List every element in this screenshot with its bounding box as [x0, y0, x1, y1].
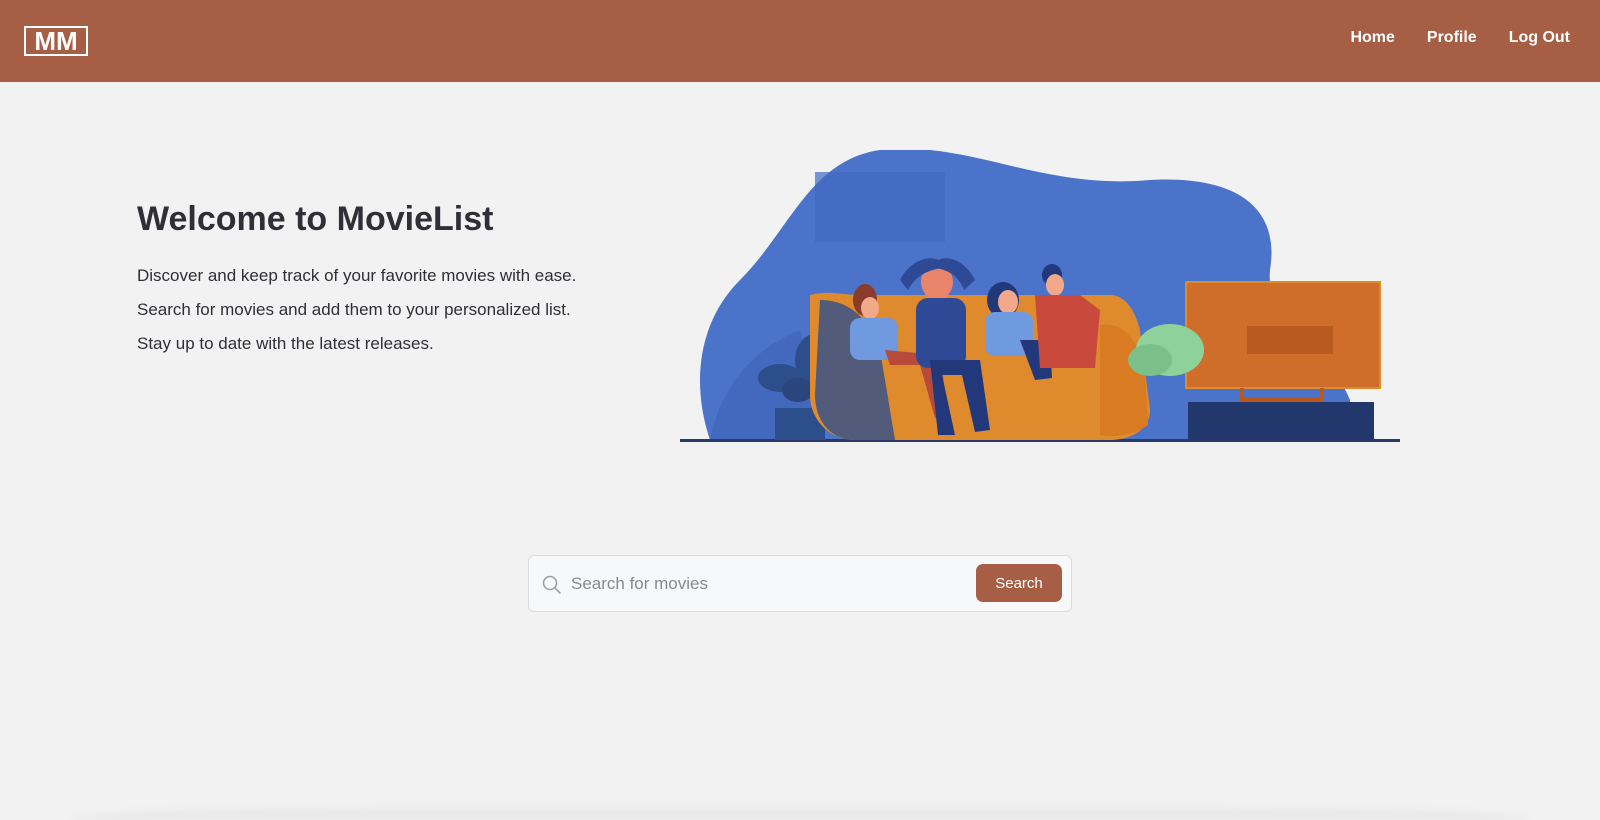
- hero-line-releases: Stay up to date with the latest releases…: [137, 334, 434, 353]
- hero-line-search: Search for movies and add them to your p…: [137, 300, 571, 319]
- hero-line-discover: Discover and keep track of your favorite…: [137, 266, 577, 285]
- movie-night-illustration: [674, 148, 1400, 442]
- footer-shadow: [70, 800, 1530, 820]
- page-title: Welcome to MovieList: [137, 200, 494, 238]
- nav-links: Home Profile Log Out: [1318, 29, 1570, 47]
- nav-profile-link[interactable]: Profile: [1427, 29, 1477, 47]
- hero-illustration: [674, 148, 1410, 450]
- logo-icon[interactable]: MM: [24, 26, 88, 56]
- search-icon: [542, 575, 561, 594]
- nav-logout-link[interactable]: Log Out: [1509, 29, 1570, 47]
- search-bar: Search: [528, 555, 1072, 612]
- hero-section: Welcome to MovieList Discover and keep t…: [137, 200, 677, 361]
- nav-home-link[interactable]: Home: [1350, 29, 1394, 47]
- search-input[interactable]: [571, 566, 951, 602]
- search-button[interactable]: Search: [976, 564, 1062, 602]
- navbar: MM Home Profile Log Out: [0, 0, 1600, 82]
